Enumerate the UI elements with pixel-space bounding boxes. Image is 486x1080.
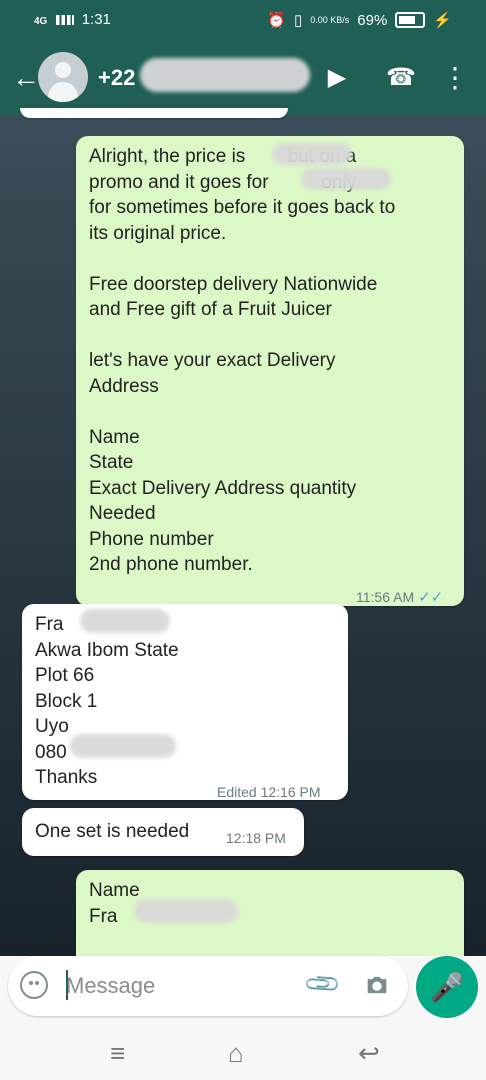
message-input[interactable]: Message: [66, 973, 155, 999]
redaction-phone: [70, 734, 176, 758]
microphone-icon[interactable]: 🎤: [416, 956, 478, 1018]
more-vert-icon[interactable]: ⋮: [438, 60, 472, 94]
message-bubble[interactable]: Alright, the price is but on a promo and…: [76, 136, 464, 606]
redaction-name: [134, 899, 238, 923]
chat-header: ← +22 ▶ ☎ ⋮: [0, 40, 486, 116]
contact-redaction: [140, 58, 310, 92]
redaction-price: [272, 143, 352, 165]
read-ticks-icon: ✓✓: [418, 589, 444, 606]
composer-area: Message 📎 🎤 ≡ ⌂ ↩: [0, 956, 486, 1080]
attachment-icon[interactable]: 📎: [302, 964, 344, 1006]
video-icon[interactable]: ▶: [320, 60, 354, 94]
contact-avatar[interactable]: [38, 52, 88, 102]
message-text: Alright, the price is but on a promo and…: [89, 146, 396, 575]
camera-icon[interactable]: [363, 971, 391, 999]
message-bubble[interactable]: One set is needed 12:18 PM: [22, 808, 304, 856]
back-arrow-icon[interactable]: ←: [12, 62, 40, 94]
status-right: ⏰ ▯ 0.00 KB/s 69% ⚡: [267, 11, 452, 30]
message-input-bar[interactable]: Message 📎: [8, 956, 408, 1016]
vibrate-icon: ▯: [293, 12, 303, 29]
navigation-bar: ≡ ⌂ ↩: [0, 1022, 486, 1080]
data-rate: 0.00 KB/s: [310, 14, 350, 25]
chat-area[interactable]: Alright, the price is but on a promo and…: [0, 108, 486, 970]
network-indicator: 4G: [34, 16, 48, 27]
back-nav-icon[interactable]: ↩: [358, 1038, 380, 1069]
avatar-head: [55, 62, 71, 78]
recent-apps-icon[interactable]: ≡: [110, 1038, 125, 1069]
contact-name[interactable]: +22: [98, 65, 135, 91]
status-left: 4G 1:31: [34, 11, 111, 28]
status-time: 1:31: [81, 11, 111, 28]
battery-text: 69%: [357, 11, 388, 29]
emoji-icon[interactable]: [20, 971, 48, 999]
message-bubble[interactable]: Name Fra: [76, 870, 464, 970]
status-bar: 4G 1:31 ⏰ ▯ 0.00 KB/s 69% ⚡: [0, 0, 486, 40]
message-bubble[interactable]: Fra Akwa Ibom State Plot 66 Block 1 Uyo …: [22, 604, 348, 800]
message-time: 12:18 PM: [226, 830, 286, 846]
message-bubble-partial: [20, 108, 288, 118]
battery-icon: [395, 12, 426, 28]
time-text: 11:56 AM: [356, 589, 415, 605]
redaction-promo: [301, 168, 391, 190]
avatar-body: [48, 82, 78, 102]
phone-icon[interactable]: ☎: [384, 60, 418, 94]
redaction-name: [80, 609, 170, 633]
charging-icon: ⚡: [433, 12, 452, 29]
message-text: Fra Akwa Ibom State Plot 66 Block 1 Uyo …: [35, 614, 179, 788]
home-icon[interactable]: ⌂: [228, 1038, 244, 1069]
signal-bars-icon: [55, 15, 74, 26]
alarm-icon: ⏰: [267, 12, 286, 29]
message-time: Edited 12:16 PM: [217, 784, 321, 800]
message-time: 11:56 AM ✓✓: [356, 585, 443, 611]
